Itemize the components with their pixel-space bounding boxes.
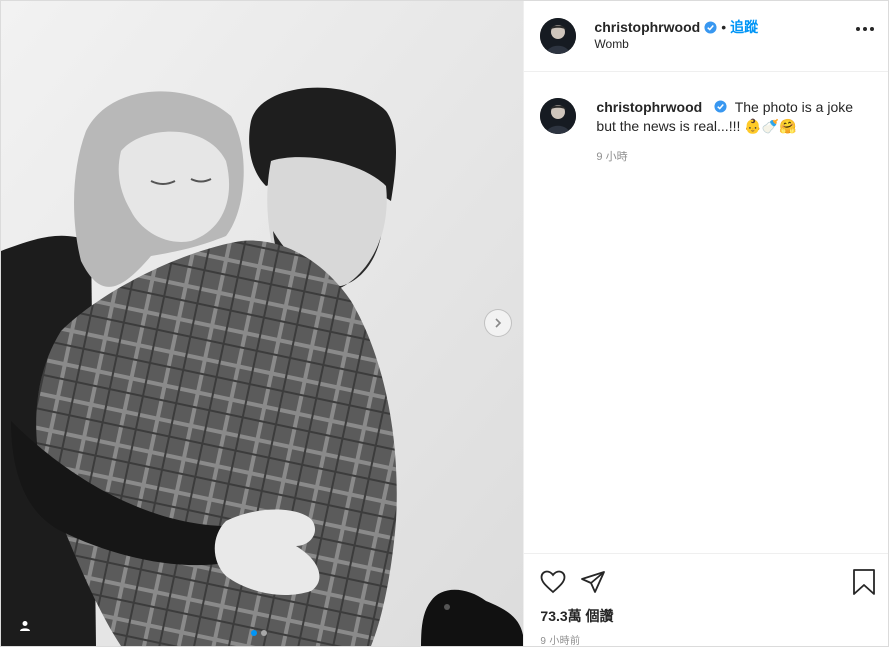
tagged-users-button[interactable] [11, 612, 39, 640]
author-username[interactable]: christophrwood [594, 19, 700, 36]
follow-button[interactable]: 追蹤 [730, 19, 758, 36]
next-slide-button[interactable] [484, 309, 512, 337]
post-location[interactable]: Womb [594, 36, 758, 53]
verified-badge-icon [714, 100, 727, 113]
user-tag-icon [20, 621, 30, 631]
paper-plane-icon[interactable] [580, 570, 606, 594]
heart-icon[interactable] [540, 570, 566, 594]
header-text: christophrwood • 追蹤 Womb [594, 19, 758, 53]
likes-count[interactable]: 73.3萬 個讚 [540, 606, 872, 626]
post-photo [1, 1, 524, 646]
caption-username[interactable]: christophrwood [596, 99, 702, 115]
post-header: christophrwood • 追蹤 Womb [524, 1, 888, 72]
caption-timestamp: 9 小時 [596, 151, 628, 163]
author-avatar[interactable] [540, 18, 577, 54]
post-timestamp: 9 小時前 [540, 636, 581, 647]
comments-section: christophrwood The photo is a joke but t… [524, 72, 888, 553]
caption-block: christophrwood The photo is a joke but t… [596, 98, 858, 553]
carousel-indicator [251, 630, 267, 636]
carousel-dot-1 [251, 630, 257, 636]
avatar-image [540, 18, 577, 54]
action-buttons [540, 564, 872, 600]
caption: christophrwood The photo is a joke but t… [596, 98, 858, 136]
avatar-image [540, 98, 577, 134]
header-user-row: christophrwood • 追蹤 [594, 19, 758, 36]
bookmark-icon[interactable] [852, 568, 876, 601]
post-dialog: christophrwood • 追蹤 Womb christophrwood … [0, 0, 889, 647]
post-side-panel: christophrwood • 追蹤 Womb christophrwood … [524, 1, 888, 647]
carousel-dot-2 [261, 630, 267, 636]
caption-author-avatar[interactable] [540, 98, 577, 134]
more-options-icon[interactable] [856, 27, 874, 31]
separator-dot: • [721, 19, 727, 35]
post-media[interactable] [1, 1, 525, 646]
post-actions: 73.3萬 個讚 9 小時前 [524, 553, 888, 647]
chevron-right-icon [495, 318, 502, 328]
verified-badge-icon [704, 21, 717, 34]
